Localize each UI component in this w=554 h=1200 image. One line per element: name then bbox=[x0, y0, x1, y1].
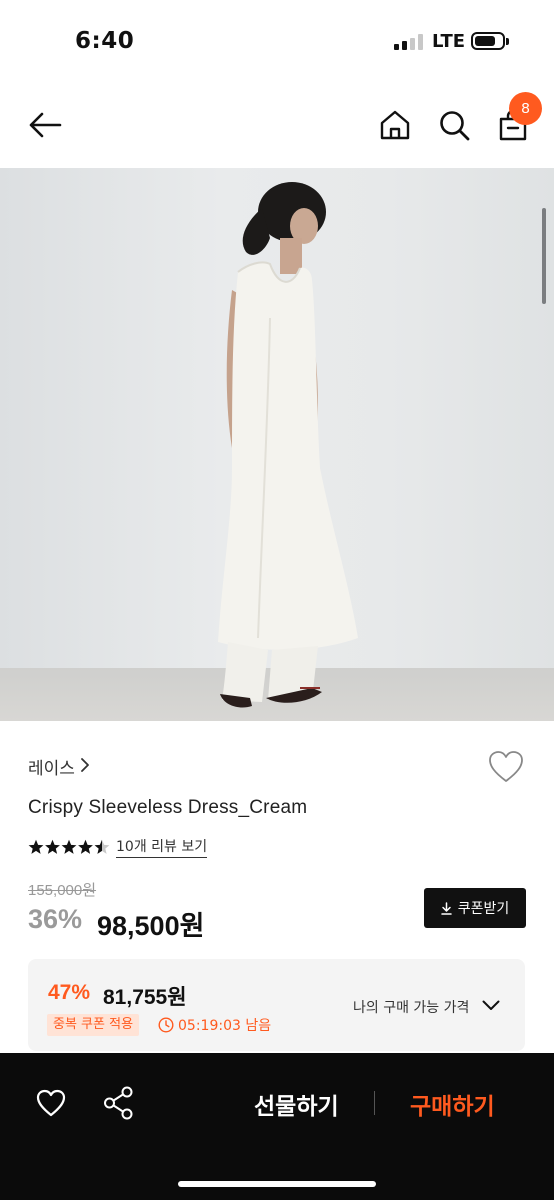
original-price: 155,000원 bbox=[28, 882, 97, 899]
download-icon bbox=[440, 901, 452, 915]
bottom-action-bar: 선물하기 구매하기 bbox=[0, 1053, 554, 1200]
cell-signal-icon bbox=[394, 34, 424, 50]
stacked-coupon-tag: 중복 쿠폰 적용 bbox=[47, 1014, 140, 1036]
share-icon[interactable] bbox=[103, 1086, 134, 1120]
home-indicator bbox=[178, 1181, 376, 1187]
chevron-down-icon[interactable] bbox=[482, 1000, 500, 1011]
bar-divider bbox=[374, 1091, 375, 1115]
countdown-timer: 05:19:03 남음 bbox=[178, 1018, 272, 1034]
clock-icon bbox=[158, 1017, 174, 1033]
review-link[interactable]: 10개 리뷰 보기 bbox=[116, 836, 208, 858]
discount-rate: 36% bbox=[28, 904, 83, 934]
product-title: Crispy Sleeveless Dress_Cream bbox=[28, 797, 308, 818]
gift-button[interactable]: 선물하기 bbox=[254, 1087, 339, 1121]
best-price-panel[interactable]: 47% 81,755원 중복 쿠폰 적용 05:19:03 남음 나의 구매 가… bbox=[28, 959, 525, 1051]
status-bar: 6:40 LTE bbox=[0, 0, 554, 84]
back-arrow-icon[interactable] bbox=[26, 110, 64, 140]
brand-link[interactable]: 레이스 bbox=[28, 754, 75, 779]
star-rating-icon bbox=[28, 839, 110, 854]
home-icon[interactable] bbox=[378, 108, 412, 142]
header-nav: 8 bbox=[0, 84, 554, 168]
network-type: LTE bbox=[432, 31, 466, 52]
model-figure bbox=[218, 182, 358, 708]
buy-button[interactable]: 구매하기 bbox=[410, 1087, 495, 1121]
image-scroll-indicator bbox=[542, 208, 546, 304]
status-time: 6:40 bbox=[75, 28, 135, 54]
chevron-right-icon[interactable] bbox=[80, 757, 90, 773]
wishlist-heart-icon[interactable] bbox=[488, 750, 524, 784]
coupon-button-label: 쿠폰받기 bbox=[457, 901, 510, 917]
my-price-label: 나의 구매 가능 가격 bbox=[353, 1000, 470, 1016]
best-price: 81,755원 bbox=[103, 986, 187, 1009]
battery-icon bbox=[471, 32, 509, 50]
cart-count-badge: 8 bbox=[509, 92, 542, 125]
best-discount-rate: 47% bbox=[48, 981, 91, 1004]
sale-price: 98,500원 bbox=[97, 911, 205, 941]
heart-icon[interactable] bbox=[36, 1089, 66, 1117]
search-icon[interactable] bbox=[437, 108, 471, 142]
coupon-download-button[interactable]: 쿠폰받기 bbox=[424, 888, 526, 928]
product-image[interactable] bbox=[0, 168, 554, 721]
